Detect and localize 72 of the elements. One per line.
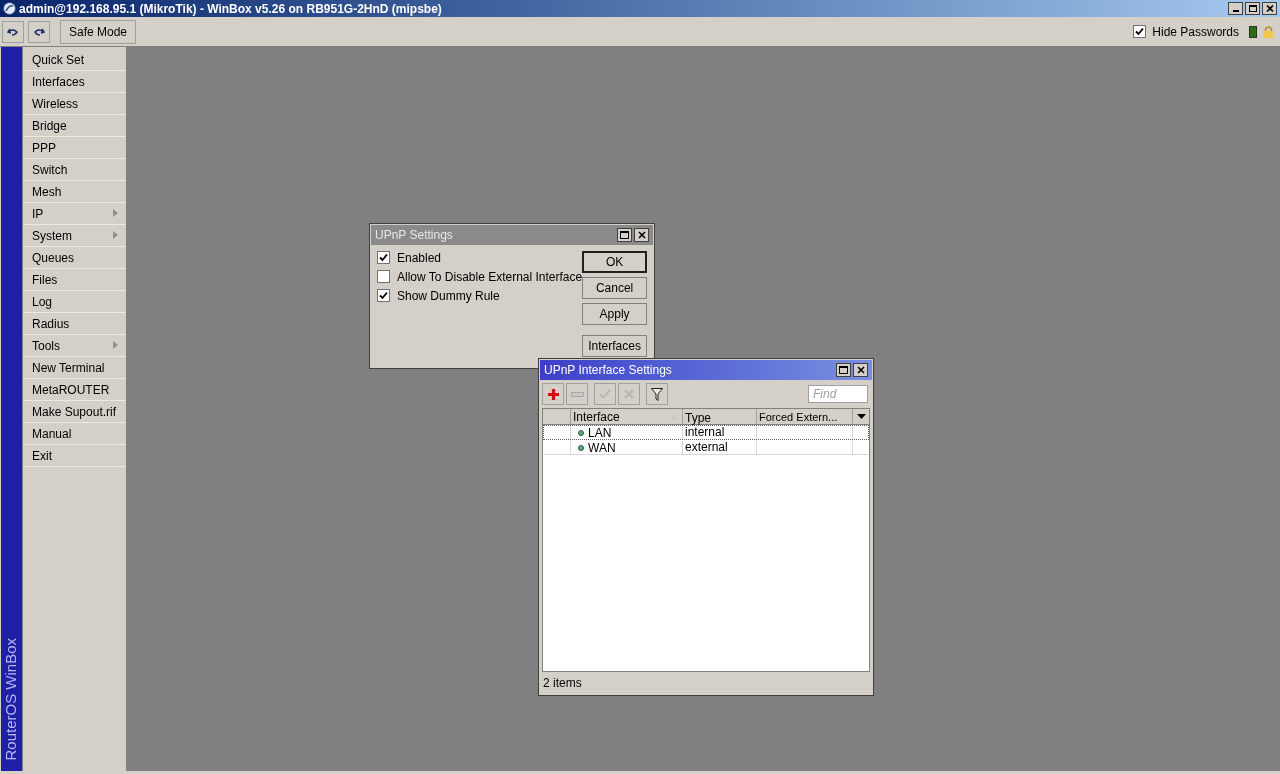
app-title: admin@192.168.95.1 (MikroTik) - WinBox v5.26 on RB951G-2HnD (mipsbe) [19, 0, 442, 18]
table-row[interactable]: LAN internal [543, 425, 869, 440]
menu-item[interactable]: MetaROUTER [23, 379, 126, 401]
brand-label: RouterOS WinBox [1, 638, 21, 761]
undo-button[interactable] [2, 20, 24, 43]
minus-icon [570, 391, 584, 397]
table-cell-text: LAN [588, 424, 612, 442]
checkbox[interactable] [377, 251, 390, 264]
lock-icon [1263, 25, 1274, 38]
menu-item[interactable]: Exit [23, 445, 126, 467]
dialog-button[interactable]: Interfaces [582, 335, 647, 357]
checkmark-icon [599, 389, 611, 399]
menu-item[interactable]: Bridge [23, 115, 126, 137]
window-title: UPnP Interface Settings [544, 362, 672, 379]
menu-item[interactable]: Queues [23, 247, 126, 269]
safe-mode-button[interactable]: Safe Mode [60, 19, 137, 44]
checkbox-label: Show Dummy Rule [397, 287, 500, 305]
menu-item[interactable]: Log [23, 291, 126, 313]
close-button[interactable] [634, 228, 649, 242]
redo-button[interactable] [28, 20, 50, 43]
checkbox-label: Hide Passwords [1152, 23, 1239, 41]
maximize-button[interactable] [617, 228, 632, 242]
menu-item[interactable]: Tools [23, 335, 126, 357]
menu-item[interactable]: New Terminal [23, 357, 126, 379]
cross-icon [624, 389, 634, 399]
undo-icon [7, 26, 19, 37]
dropdown-arrow-icon [856, 414, 866, 419]
menu-item[interactable]: Make Supout.rif [23, 401, 126, 423]
close-icon [1265, 5, 1274, 12]
close-button[interactable] [1262, 2, 1277, 15]
plus-icon [546, 387, 560, 401]
redo-icon [33, 26, 45, 37]
item-count: 2 items [543, 675, 582, 692]
checkbox-label: Enabled [397, 249, 442, 267]
maximize-button[interactable] [836, 363, 851, 377]
dialog-button[interactable]: OK [582, 251, 647, 273]
menu-item[interactable]: System [23, 225, 126, 247]
menu-item[interactable]: Interfaces [23, 71, 126, 93]
checkbox[interactable] [377, 289, 390, 302]
table-cell: internal [683, 426, 757, 439]
restore-button[interactable] [1245, 2, 1260, 15]
menu-item[interactable]: Quick Set [23, 49, 126, 71]
menu-item[interactable]: IP [23, 203, 126, 225]
checkbox[interactable] [1133, 25, 1147, 38]
checkbox-label: Allow To Disable External Interface [397, 268, 583, 286]
filter-button[interactable] [646, 383, 668, 405]
column-header[interactable]: Interface [571, 409, 683, 424]
column-header[interactable]: Forced Extern... [757, 409, 853, 424]
add-button[interactable] [542, 383, 564, 405]
table-cell: external [683, 441, 757, 454]
column-header[interactable]: Type [683, 409, 757, 424]
minimize-button[interactable] [1228, 2, 1243, 15]
menu-item[interactable]: PPP [23, 137, 126, 159]
app-logo-icon [3, 2, 16, 15]
menu-item[interactable]: Mesh [23, 181, 126, 203]
menu-item[interactable]: Manual [23, 423, 126, 445]
filter-icon [651, 387, 663, 401]
close-button[interactable] [853, 363, 868, 377]
menu-item[interactable]: Radius [23, 313, 126, 335]
table-row[interactable]: WAN external [543, 440, 869, 455]
menu-item[interactable]: Switch [23, 159, 126, 181]
dialog-button[interactable]: Cancel [582, 277, 647, 299]
table-cell-text: WAN [588, 439, 616, 457]
window-title: UPnP Settings [375, 227, 453, 244]
find-field[interactable]: Find [808, 385, 868, 403]
menu-item[interactable]: Wireless [23, 93, 126, 115]
close-icon [637, 231, 646, 239]
status-indicator-icon [1249, 25, 1257, 38]
checkbox[interactable] [377, 270, 390, 283]
menu-item[interactable]: Files [23, 269, 126, 291]
close-icon [856, 366, 865, 374]
dialog-button[interactable]: Apply [582, 303, 647, 325]
